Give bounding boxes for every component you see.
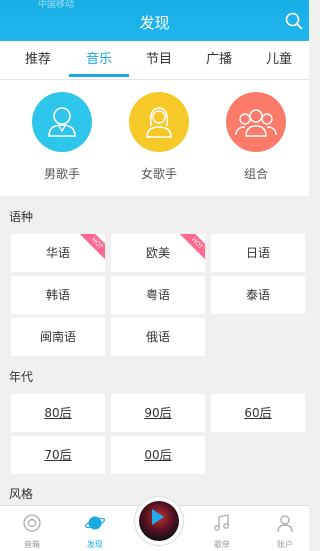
grid-label: 韩语 xyxy=(45,288,70,302)
hot-badge: HOT xyxy=(177,234,205,263)
artist-label: 女歌手 xyxy=(140,167,177,181)
grid-label: 日语 xyxy=(245,246,270,260)
language-cantonese[interactable]: 粤语 xyxy=(111,276,205,314)
nav-label: 歌单 xyxy=(214,540,230,549)
tab-recommend[interactable]: 推荐 xyxy=(8,41,68,79)
speaker-icon xyxy=(23,514,41,532)
grid-label: 粤语 xyxy=(145,288,170,302)
artist-label: 组合 xyxy=(243,167,268,181)
grid-label: 泰语 xyxy=(245,288,270,302)
language-western[interactable]: 欧美 HOT xyxy=(111,234,205,272)
grid-label: 70后 xyxy=(44,448,72,462)
era-90s[interactable]: 90后 xyxy=(111,394,205,432)
tab-programs[interactable]: 节目 xyxy=(129,41,189,79)
tab-children[interactable]: 儿童 xyxy=(249,41,309,79)
female-singer-icon xyxy=(129,92,189,152)
app-header: 中国移动 发现 xyxy=(0,0,309,41)
nav-label: 账户 xyxy=(277,540,293,549)
now-playing-button[interactable] xyxy=(134,496,184,546)
grid-label: 80后 xyxy=(44,406,72,420)
language-minnan[interactable]: 闽南语 xyxy=(11,318,105,356)
era-80s[interactable]: 80后 xyxy=(11,394,105,432)
section-title-era: 年代 xyxy=(9,370,34,384)
grid-label: 俄语 xyxy=(145,330,170,344)
section-title-style: 风格 xyxy=(9,487,34,501)
artist-female-singer[interactable]: 女歌手 xyxy=(119,92,199,182)
grid-label: 闽南语 xyxy=(39,330,76,344)
nav-account[interactable]: 账户 xyxy=(255,506,315,550)
section-title-language: 语种 xyxy=(9,210,34,224)
grid-label: 华语 xyxy=(45,246,70,260)
play-icon xyxy=(152,509,164,525)
page-title: 发现 xyxy=(139,14,170,32)
language-chinese[interactable]: 华语 HOT xyxy=(11,234,105,272)
language-japanese[interactable]: 日语 xyxy=(211,234,305,272)
language-korean[interactable]: 韩语 xyxy=(11,276,105,314)
era-70s[interactable]: 70后 xyxy=(11,436,105,474)
user-icon xyxy=(277,515,293,533)
music-note-icon xyxy=(214,514,229,531)
search-icon[interactable] xyxy=(285,12,303,30)
status-carrier: 中国移动 xyxy=(38,0,75,10)
grid-label: 60后 xyxy=(244,406,272,420)
category-tabs: 推荐 音乐 节目 广播 儿童 xyxy=(0,41,309,80)
artist-categories: 男歌手 女歌手 组合 xyxy=(0,80,309,196)
tab-radio[interactable]: 广播 xyxy=(189,41,249,79)
nav-label: 音箱 xyxy=(24,540,40,549)
language-russian[interactable]: 俄语 xyxy=(111,318,205,356)
grid-label: 欧美 xyxy=(145,246,170,260)
active-tab-indicator xyxy=(69,74,129,77)
artist-group[interactable]: 组合 xyxy=(216,92,296,182)
era-60s[interactable]: 60后 xyxy=(211,394,305,432)
male-singer-icon xyxy=(32,92,92,152)
era-00s[interactable]: 00后 xyxy=(111,436,205,474)
group-icon xyxy=(226,92,286,152)
artist-male-singer[interactable]: 男歌手 xyxy=(22,92,102,182)
grid-label: 00后 xyxy=(144,448,172,462)
language-thai[interactable]: 泰语 xyxy=(211,276,305,314)
nav-playlist[interactable]: 歌单 xyxy=(192,506,252,550)
artist-label: 男歌手 xyxy=(43,167,80,181)
nav-discover[interactable]: 发现 xyxy=(65,506,125,550)
nav-label: 发现 xyxy=(87,540,103,549)
hot-badge: HOT xyxy=(77,234,105,263)
nav-speaker[interactable]: 音箱 xyxy=(2,506,62,550)
planet-icon xyxy=(84,516,106,530)
grid-label: 90后 xyxy=(144,406,172,420)
